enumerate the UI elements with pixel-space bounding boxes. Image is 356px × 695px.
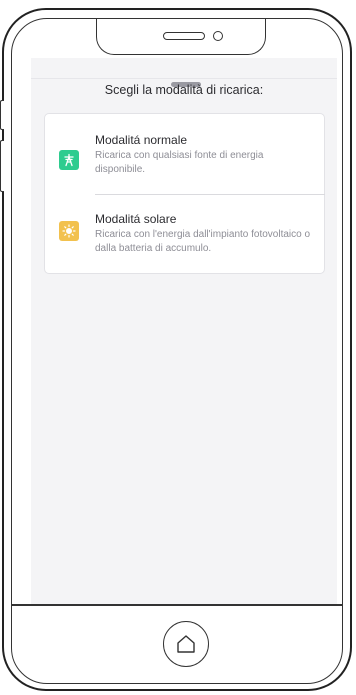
charging-mode-options: Modalitá normale Ricarica con qualsiasi … bbox=[44, 113, 325, 274]
power-pylon-icon bbox=[59, 150, 79, 170]
home-button[interactable] bbox=[163, 621, 209, 667]
option-description: Ricarica con l'energia dall'impianto fot… bbox=[95, 229, 311, 254]
volume-down-button bbox=[0, 140, 4, 192]
option-description: Ricarica con qualsiasi fonte di energia … bbox=[95, 150, 264, 175]
notch bbox=[96, 19, 266, 55]
bezel-divider bbox=[12, 604, 343, 606]
option-normal-mode[interactable]: Modalitá normale Ricarica con qualsiasi … bbox=[45, 114, 326, 194]
volume-up-button bbox=[0, 100, 4, 130]
sheet-title: Scegli la modalità di ricarica: bbox=[104, 83, 264, 97]
screen: Scegli la modalità di ricarica: Modalitá… bbox=[31, 58, 337, 606]
option-title: Modalitá normale bbox=[95, 133, 188, 147]
home-icon bbox=[177, 635, 195, 653]
sheet-top-edge bbox=[31, 78, 337, 79]
sun-icon bbox=[59, 221, 79, 241]
option-title: Modalitá solare bbox=[95, 212, 177, 226]
option-solar-mode[interactable]: Modalitá solare Ricarica con l'energia d… bbox=[45, 194, 326, 274]
camera-icon bbox=[213, 31, 223, 41]
speaker-icon bbox=[163, 32, 205, 40]
